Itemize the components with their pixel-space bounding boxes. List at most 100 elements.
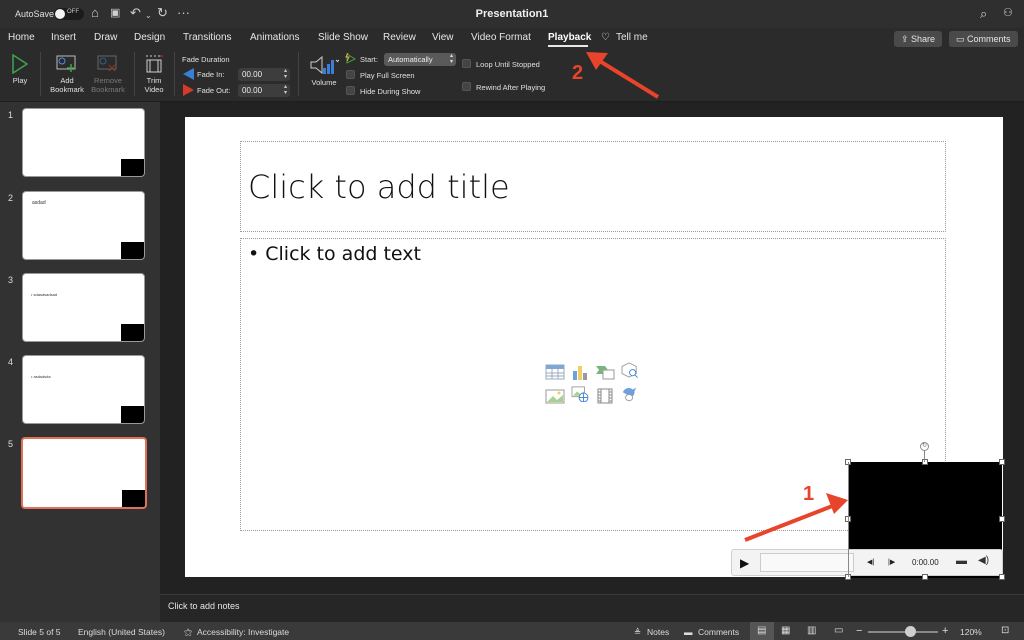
- fade-in-value: 00.00: [242, 70, 263, 79]
- notes-button[interactable]: Notes: [647, 627, 669, 637]
- tab-playback[interactable]: Playback: [548, 32, 591, 43]
- title-placeholder[interactable]: Click to add title: [240, 141, 946, 232]
- slide-sorter-icon[interactable]: ▦: [781, 625, 790, 636]
- divider: [40, 52, 41, 96]
- tab-animations[interactable]: Animations: [250, 32, 299, 43]
- tab-design[interactable]: Design: [134, 32, 165, 43]
- slide-show-icon[interactable]: ▭: [834, 625, 843, 636]
- video-play-icon[interactable]: ▶: [740, 556, 749, 570]
- comments-status-button[interactable]: Comments: [698, 627, 739, 637]
- notes-placeholder: Click to add notes: [168, 601, 240, 611]
- slide-thumbnail-1[interactable]: [22, 108, 145, 177]
- volume-icon[interactable]: ◀): [978, 555, 989, 566]
- video-time: 0:00.00: [912, 558, 939, 567]
- smartart-icon[interactable]: [595, 364, 615, 380]
- remove-bookmark-label-2: Bookmark: [91, 85, 125, 94]
- resize-handle[interactable]: [999, 516, 1005, 522]
- annotation-label-2: 2: [572, 62, 584, 84]
- slide-thumbnail-2[interactable]: asdad: [22, 191, 145, 260]
- slide-number: 3: [8, 275, 14, 285]
- accessibility-icon: ⚝: [184, 627, 193, 637]
- volume-label: Volume: [311, 78, 337, 87]
- picture-icon[interactable]: [545, 388, 565, 404]
- zoom-out-icon[interactable]: −: [856, 625, 862, 637]
- rotate-handle-icon[interactable]: ↻: [920, 442, 929, 451]
- icons-icon[interactable]: [620, 386, 640, 402]
- tab-transitions[interactable]: Transitions: [183, 32, 232, 43]
- loop-until-stopped-label: Loop Until Stopped: [476, 60, 540, 69]
- zoom-slider-thumb[interactable]: [905, 626, 916, 637]
- add-bookmark-icon: [56, 55, 76, 72]
- tab-home[interactable]: Home: [8, 32, 35, 43]
- chart-icon[interactable]: [570, 364, 590, 380]
- resize-handle[interactable]: [922, 574, 928, 580]
- zoom-slider[interactable]: [868, 631, 938, 633]
- zoom-in-icon[interactable]: +: [942, 625, 948, 637]
- tab-draw[interactable]: Draw: [94, 32, 117, 43]
- comments-icon: ▬: [684, 627, 693, 637]
- remove-bookmark-button[interactable]: Remove Bookmark: [88, 54, 128, 94]
- active-tab-indicator: [548, 45, 588, 47]
- lightbulb-icon: ♡: [601, 32, 610, 43]
- reading-view-icon[interactable]: ▥: [807, 625, 816, 636]
- notes-icon: ≜: [634, 627, 642, 637]
- stepper-icon[interactable]: ▴ ▾: [284, 84, 287, 96]
- title-placeholder-text: Click to add title: [248, 168, 510, 206]
- add-bookmark-label-2: Bookmark: [50, 85, 84, 94]
- fade-out-field[interactable]: 00.00 ▴ ▾: [238, 84, 290, 97]
- status-bar: Slide 5 of 5 English (United States) ⚝ A…: [0, 622, 1024, 640]
- normal-view-button[interactable]: ▤: [750, 622, 774, 640]
- rewind-after-playing-checkbox[interactable]: [462, 82, 471, 91]
- tab-tell-me[interactable]: Tell me: [616, 32, 648, 43]
- start-select[interactable]: Automatically ▴ ▾: [384, 53, 456, 66]
- resize-handle[interactable]: [999, 459, 1005, 465]
- accessibility-status[interactable]: Accessibility: Investigate: [197, 627, 289, 637]
- tab-insert[interactable]: Insert: [51, 32, 76, 43]
- zoom-level[interactable]: 120%: [960, 627, 982, 637]
- step-forward-icon[interactable]: |▶︎: [888, 558, 895, 566]
- tab-view[interactable]: View: [432, 32, 454, 43]
- tab-video-format[interactable]: Video Format: [471, 32, 531, 43]
- fit-to-window-icon[interactable]: ⊡: [1001, 625, 1009, 636]
- trim-video-button[interactable]: Trim Video: [140, 54, 168, 94]
- slide-thumbnail-3[interactable]: • sdasdsadsad: [22, 273, 145, 342]
- share-button[interactable]: ⇪ Share: [894, 31, 943, 47]
- stepper-icon[interactable]: ▴ ▾: [284, 68, 287, 80]
- video-progress-bar[interactable]: [760, 553, 854, 572]
- add-bookmark-label-1: Add: [60, 76, 74, 85]
- comments-button[interactable]: ▭ Comments: [949, 31, 1018, 47]
- loop-until-stopped-checkbox[interactable]: [462, 59, 471, 68]
- account-icon[interactable]: ⚇: [1003, 6, 1013, 19]
- search-icon[interactable]: ⌕: [980, 6, 987, 22]
- play-button[interactable]: Play: [6, 53, 34, 85]
- content-placeholder-text: • Click to add text: [248, 243, 421, 265]
- tab-review[interactable]: Review: [383, 32, 416, 43]
- rotate-stem: [924, 450, 925, 462]
- online-picture-icon[interactable]: [570, 386, 590, 402]
- fade-in-field[interactable]: 00.00 ▴ ▾: [238, 68, 290, 81]
- tab-slide-show[interactable]: Slide Show: [318, 32, 368, 43]
- resize-handle[interactable]: [999, 574, 1005, 580]
- 3d-model-icon[interactable]: [620, 362, 640, 378]
- table-icon[interactable]: [545, 364, 565, 380]
- language-status[interactable]: English (United States): [78, 627, 165, 637]
- remove-bookmark-icon: [97, 55, 117, 72]
- add-bookmark-button[interactable]: Add Bookmark: [48, 54, 86, 94]
- document-title: Presentation1: [475, 8, 549, 20]
- play-full-screen-checkbox[interactable]: [346, 70, 355, 79]
- captions-icon[interactable]: ▬: [956, 555, 967, 567]
- video-icon[interactable]: [595, 388, 615, 404]
- fade-in-icon: [183, 68, 194, 80]
- slide-thumbnail-5[interactable]: [21, 437, 147, 509]
- hide-during-show-checkbox[interactable]: [346, 86, 355, 95]
- playback-ribbon: Play Add Bookmark Remove Bookmark Trim V…: [0, 48, 1024, 102]
- content-placeholder[interactable]: • Click to add text: [240, 238, 946, 531]
- volume-button[interactable]: Volume: [306, 54, 342, 87]
- fade-out-label: Fade Out:: [197, 86, 231, 95]
- fade-in-label: Fade In:: [197, 70, 225, 79]
- remove-bookmark-label-1: Remove: [94, 76, 122, 85]
- notes-pane[interactable]: Click to add notes: [160, 594, 1024, 622]
- slide-thumbnail-4[interactable]: • asdsdsda: [22, 355, 145, 424]
- step-back-icon[interactable]: ◀︎|: [867, 558, 874, 566]
- resize-handle[interactable]: [922, 459, 928, 465]
